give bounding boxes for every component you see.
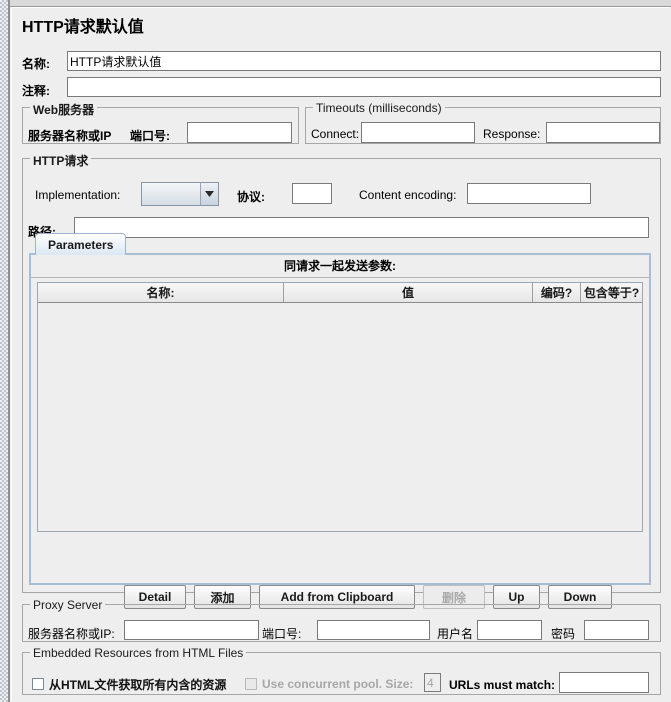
proxy-host-label: 服务器名称或IP: bbox=[28, 627, 115, 641]
application-window: HTTP请求默认值 名称: 注释: Web服务器 服务器名称或IP 端口号: T… bbox=[0, 0, 671, 702]
proxy-password-label: 密码 bbox=[551, 627, 576, 641]
proxy-port-input[interactable] bbox=[317, 620, 430, 640]
parameters-tab-body: 同请求一起发送参数: 名称: 值 编码? 包含等于? Detail 添加 Add… bbox=[29, 253, 651, 609]
content-encoding-label: Content encoding: bbox=[359, 188, 457, 202]
chevron-down-icon[interactable] bbox=[200, 183, 218, 205]
name-input[interactable] bbox=[67, 51, 661, 71]
parameters-caption: 同请求一起发送参数: bbox=[31, 255, 649, 278]
detail-button-label: Detail bbox=[138, 590, 172, 604]
split-pane-texture-left[interactable] bbox=[0, 0, 8, 702]
split-pane-divider[interactable] bbox=[8, 0, 10, 702]
use-concurrent-pool-label: Use concurrent pool. Size: bbox=[262, 677, 414, 691]
comment-label: 注释: bbox=[22, 84, 50, 98]
column-header-name[interactable]: 名称: bbox=[38, 283, 284, 302]
comment-input[interactable] bbox=[67, 77, 661, 97]
retrieve-embedded-resources-label: 从HTML文件获取所有内含的资源 bbox=[49, 677, 227, 692]
use-concurrent-pool-checkbox: Use concurrent pool. Size: bbox=[245, 674, 413, 694]
protocol-label: 协议: bbox=[237, 190, 265, 204]
implementation-combobox-value bbox=[142, 183, 200, 205]
column-header-value[interactable]: 值 bbox=[284, 283, 533, 302]
embedded-resources-group-title: Embedded Resources from HTML Files bbox=[30, 646, 247, 660]
column-header-encode[interactable]: 编码? bbox=[533, 283, 581, 302]
protocol-input[interactable] bbox=[292, 183, 332, 204]
response-timeout-input[interactable] bbox=[546, 122, 660, 143]
web-server-group-title: Web服务器 bbox=[30, 101, 98, 118]
proxy-username-label: 用户名 bbox=[437, 627, 474, 641]
connect-timeout-label: Connect: bbox=[311, 127, 360, 141]
content-encoding-input[interactable] bbox=[467, 183, 591, 204]
http-request-defaults-panel: HTTP请求默认值 名称: 注释: Web服务器 服务器名称或IP 端口号: T… bbox=[11, 7, 669, 701]
split-pane-texture-top bbox=[8, 0, 671, 7]
up-button-label: Up bbox=[508, 590, 525, 604]
web-server-host-label: 服务器名称或IP bbox=[28, 129, 112, 143]
name-label: 名称: bbox=[22, 57, 50, 71]
parameters-table[interactable]: 名称: 值 编码? 包含等于? bbox=[37, 282, 643, 532]
http-request-group-title: HTTP请求 bbox=[30, 152, 92, 169]
proxy-password-input[interactable] bbox=[584, 620, 649, 640]
urls-must-match-label: URLs must match: bbox=[449, 678, 556, 692]
concurrent-pool-size-input bbox=[424, 673, 441, 692]
add-button-label: 添加 bbox=[210, 590, 235, 605]
retrieve-embedded-resources-checkbox[interactable]: 从HTML文件获取所有内含的资源 bbox=[32, 674, 226, 694]
proxy-port-label: 端口号: bbox=[262, 627, 302, 641]
tab-parameters-label: Parameters bbox=[48, 237, 114, 252]
down-button-label: Down bbox=[563, 590, 597, 604]
page-title: HTTP请求默认值 bbox=[22, 19, 144, 36]
checkbox-box-concurrent-pool bbox=[245, 678, 257, 690]
timeouts-group-title: Timeouts (milliseconds) bbox=[313, 101, 445, 115]
web-server-host-port-input[interactable] bbox=[187, 122, 292, 143]
delete-button-label: 删除 bbox=[441, 590, 466, 605]
response-timeout-label: Response: bbox=[483, 127, 541, 141]
parameters-table-body[interactable] bbox=[38, 303, 642, 531]
parameters-table-header: 名称: 值 编码? 包含等于? bbox=[38, 283, 642, 303]
checkbox-box-retrieve[interactable] bbox=[32, 678, 44, 690]
proxy-host-input[interactable] bbox=[124, 620, 259, 640]
web-server-port-label: 端口号: bbox=[130, 129, 170, 143]
add-from-clipboard-button-label: Add from Clipboard bbox=[280, 590, 394, 604]
request-tabbed-pane: Parameters 同请求一起发送参数: 名称: 值 编码? 包含等于? De… bbox=[29, 233, 651, 609]
column-header-include-equals[interactable]: 包含等于? bbox=[581, 283, 642, 302]
implementation-combobox[interactable] bbox=[141, 182, 219, 206]
tab-parameters[interactable]: Parameters bbox=[35, 233, 127, 255]
urls-must-match-input[interactable] bbox=[559, 672, 649, 693]
connect-timeout-input[interactable] bbox=[361, 122, 475, 143]
proxy-username-input[interactable] bbox=[477, 620, 542, 640]
proxy-server-group-title: Proxy Server bbox=[30, 598, 106, 612]
implementation-label: Implementation: bbox=[35, 188, 121, 202]
